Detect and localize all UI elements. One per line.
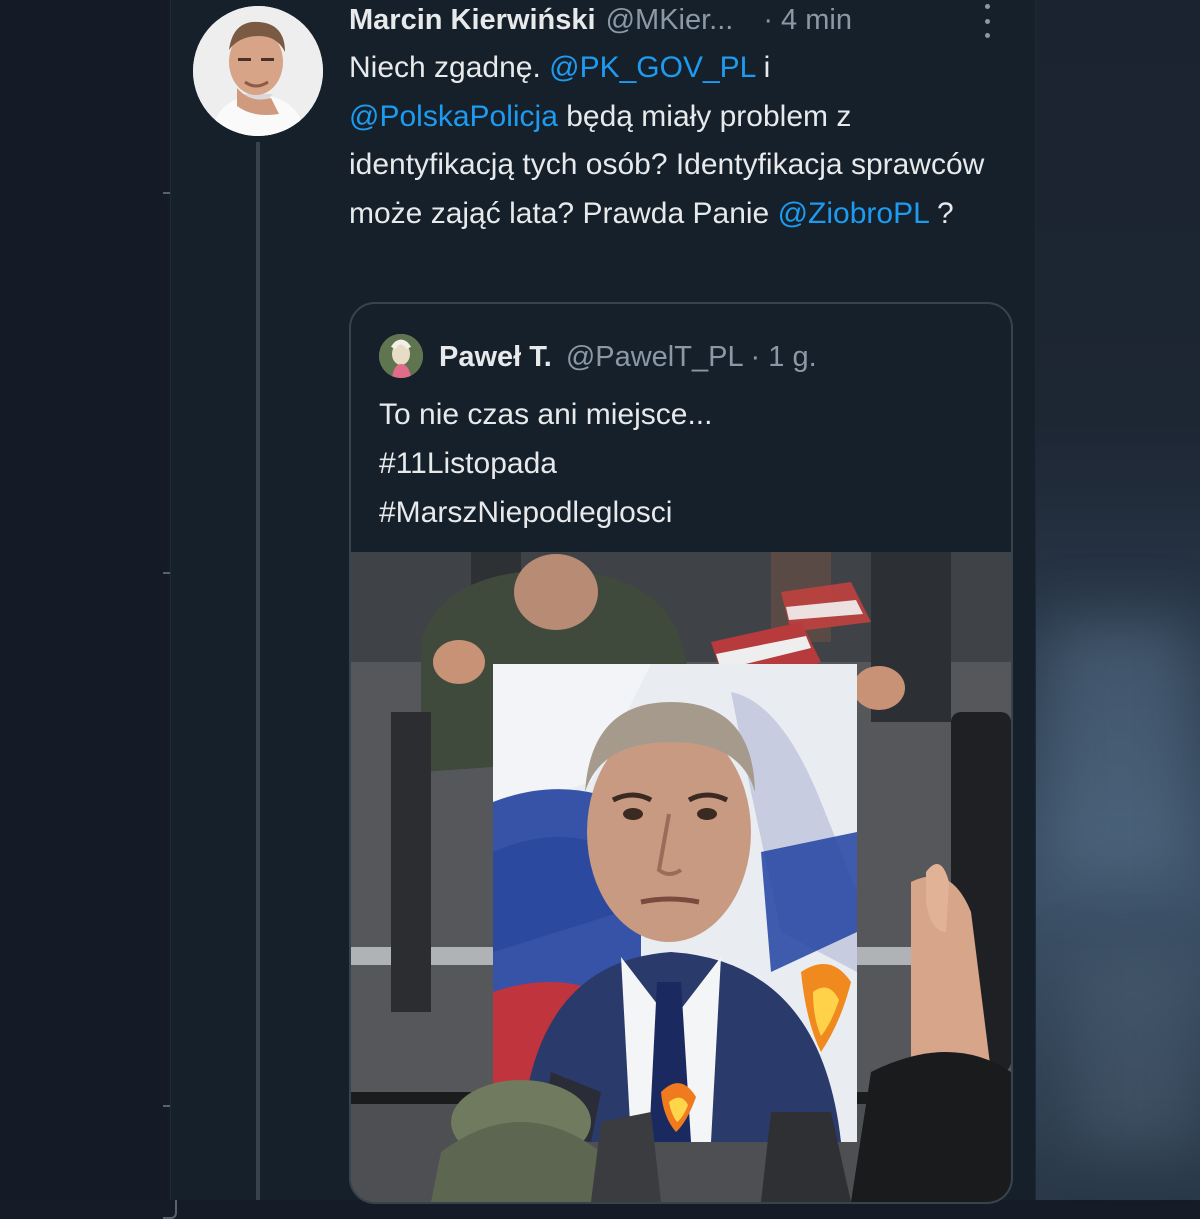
quoted-author-name[interactable]: Paweł T. bbox=[439, 341, 552, 374]
author-handle[interactable]: @MKier... bbox=[606, 4, 734, 37]
quoted-tweet-header: Paweł T. @PawelT_PL · 1 g. bbox=[439, 334, 817, 380]
tweet-text-segment: Niech zgadnę. bbox=[349, 51, 550, 84]
tweet-header: Marcin Kierwiński @MKier... · 4 min bbox=[349, 0, 989, 40]
more-options-icon[interactable] bbox=[977, 4, 997, 38]
mention-link[interactable]: @PK_GOV_PL bbox=[549, 51, 755, 84]
hashtag-link[interactable]: #MarszNiepodleglosci bbox=[379, 488, 989, 537]
quoted-text-line: To nie czas ani miejsce... bbox=[379, 398, 713, 431]
mention-link[interactable]: @PolskaPolicja bbox=[349, 100, 558, 133]
tweet-text-segment: ? bbox=[928, 196, 954, 230]
tweet-text-segment: i bbox=[755, 51, 771, 84]
tweet-timestamp[interactable]: · 4 min bbox=[763, 4, 852, 37]
quoted-tweet-text: To nie czas ani miejsce... #11Listopada … bbox=[379, 390, 989, 537]
tweet-screen: Marcin Kierwiński @MKier... · 4 min Niec… bbox=[170, 0, 1036, 1204]
background-right bbox=[1034, 0, 1200, 1200]
tweet-text: Niech zgadnę. @PK_GOV_PL i @PolskaPolicj… bbox=[349, 44, 989, 238]
quoted-author-handle[interactable]: @PawelT_PL · 1 g. bbox=[566, 341, 817, 374]
thread-line bbox=[256, 142, 260, 1200]
quoted-tweet-card[interactable]: Paweł T. @PawelT_PL · 1 g. To nie czas a… bbox=[349, 302, 1013, 1204]
background-left bbox=[0, 0, 168, 1200]
author-name[interactable]: Marcin Kierwiński bbox=[349, 4, 596, 37]
mention-link[interactable]: @ZiobroPL bbox=[778, 197, 929, 230]
quoted-author-avatar[interactable] bbox=[379, 334, 423, 378]
quoted-tweet-photo[interactable] bbox=[351, 552, 1011, 1202]
author-avatar[interactable] bbox=[193, 6, 323, 136]
hashtag-link[interactable]: #11Listopada bbox=[379, 439, 989, 488]
